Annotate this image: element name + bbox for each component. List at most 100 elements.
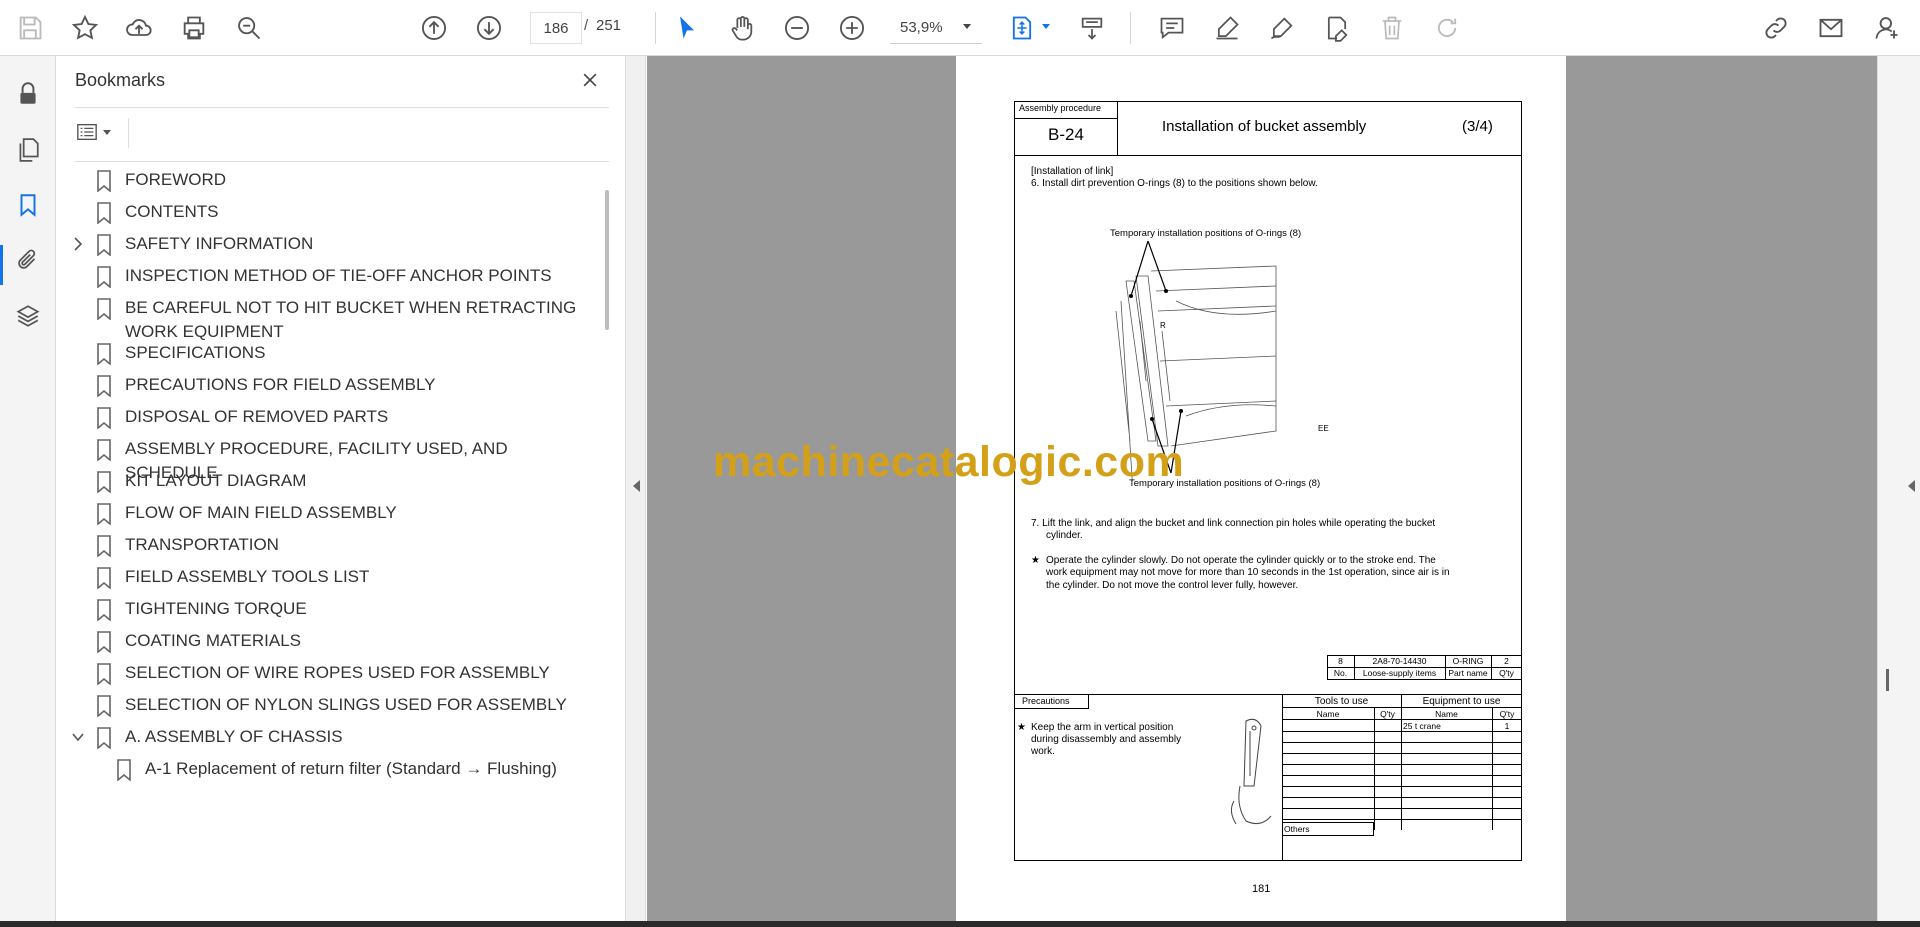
panel-splitter[interactable] (626, 56, 646, 927)
select-cursor-icon[interactable] (668, 9, 706, 47)
rule (1282, 786, 1522, 787)
bookmark-label: A-1 Replacement of return filter (Standa… (145, 759, 557, 778)
procedure-label: Assembly procedure (1019, 103, 1102, 113)
bookmark-flag-icon (95, 599, 113, 622)
delete-icon[interactable] (1373, 9, 1411, 47)
tools-col-name: Name (1316, 709, 1340, 719)
rule (1282, 764, 1522, 765)
hand-icon[interactable] (723, 9, 761, 47)
left-tool-rail (0, 56, 56, 927)
bookmark-flag-icon (95, 298, 113, 321)
divider (75, 161, 609, 162)
rule (1374, 707, 1375, 830)
bookmark-flag-icon (95, 266, 113, 289)
bookmark-flag-icon (95, 567, 113, 590)
taskbar-strip (0, 921, 1920, 927)
upload-icon[interactable] (120, 9, 158, 47)
rule (1014, 155, 1522, 156)
note-line1: Operate the cylinder slowly. Do not oper… (1046, 555, 1436, 566)
equipment-header: Equipment to use (1422, 696, 1501, 707)
redo-icon[interactable] (1428, 9, 1466, 47)
tools-col-qty: Q'ty (1380, 709, 1395, 719)
divider (75, 107, 609, 108)
highlight-icon[interactable] (1208, 9, 1246, 47)
equipment-qty: 1 (1504, 721, 1510, 731)
link-icon[interactable] (1757, 9, 1795, 47)
zoom-out-icon[interactable] (778, 9, 816, 47)
scrollbar-thumb[interactable] (605, 190, 609, 330)
precaution-line1: Keep the arm in vertical position (1031, 722, 1174, 733)
bookmark-label: CONTENTS (125, 202, 219, 221)
bookmark-flag-icon (95, 407, 113, 430)
equipment-name: 25 t crane (1403, 721, 1441, 731)
layers-icon[interactable] (12, 300, 44, 332)
document-scrollbar-thumb[interactable] (1886, 669, 1889, 691)
bookmark-label: KIT LAYOUT DIAGRAM (125, 471, 307, 490)
bookmark-label: INSPECTION METHOD OF TIE-OFF ANCHOR POIN… (125, 266, 552, 285)
zoom-in-icon[interactable] (833, 9, 871, 47)
equip-col-qty: Q'ty (1499, 709, 1515, 719)
divider (128, 118, 129, 148)
procedure-part: (3/4) (1462, 118, 1493, 135)
comment-icon[interactable] (1153, 9, 1191, 47)
page-down-icon[interactable] (470, 9, 508, 47)
precautions-label: Precautions (1022, 696, 1070, 706)
chevron-right-icon[interactable] (70, 234, 86, 254)
tools-header: Tools to use (1314, 696, 1369, 707)
scroll-mode-icon[interactable] (1073, 9, 1111, 47)
excavator-arm-figure (1230, 718, 1272, 825)
page-up-icon[interactable] (415, 9, 453, 47)
part-number: 2A8-70-14430 (1372, 656, 1427, 666)
bookmark-flag-icon (95, 695, 113, 718)
figure-callout-r: R (1160, 321, 1166, 330)
pages-icon[interactable] (12, 134, 44, 166)
bookmark-label: BE CAREFUL NOT TO HIT BUCKET WHEN RETRAC… (125, 298, 577, 341)
rule (1282, 819, 1522, 820)
close-icon[interactable] (576, 66, 604, 94)
header-qty: Q'ty (1499, 668, 1514, 678)
bookmark-label: FLOW OF MAIN FIELD ASSEMBLY (125, 503, 397, 522)
sign-icon[interactable] (1263, 9, 1301, 47)
account-icon[interactable] (1868, 9, 1906, 47)
attachment-icon[interactable] (12, 244, 44, 276)
bookmark-options-button[interactable] (75, 118, 121, 146)
chevron-down-icon[interactable] (1042, 24, 1050, 29)
fit-page-icon[interactable] (1003, 9, 1041, 47)
star-icon[interactable] (66, 9, 104, 47)
list-options-icon (77, 123, 97, 141)
toolbar-divider (655, 12, 656, 44)
bookmark-flag-icon (95, 202, 113, 225)
document-viewport[interactable]: Assembly procedure B-24 Installation of … (647, 56, 1877, 921)
figure-callout-ee: EE (1318, 424, 1329, 433)
bookmark-icon[interactable] (12, 189, 44, 221)
page-number-input[interactable] (530, 12, 582, 44)
bookmark-flag-icon (95, 663, 113, 686)
bookmark-flag-icon (95, 170, 113, 193)
bookmark-label: SELECTION OF WIRE ROPES USED FOR ASSEMBL… (125, 663, 550, 682)
rule (1282, 731, 1522, 732)
equip-col-name: Name (1435, 709, 1458, 719)
edit-icon[interactable] (1318, 9, 1356, 47)
figure-label-top: Temporary installation positions of O-ri… (1110, 228, 1302, 239)
bookmark-label: DISPOSAL OF REMOVED PARTS (125, 407, 389, 426)
collapse-left-icon[interactable] (633, 480, 640, 492)
bookmark-label: PRECAUTIONS FOR FIELD ASSEMBLY (125, 375, 436, 394)
zoom-search-icon[interactable] (230, 9, 268, 47)
rule (1282, 742, 1522, 743)
chevron-down-icon[interactable] (70, 727, 86, 747)
chevron-down-icon (963, 24, 971, 29)
bookmark-label: FOREWORD (125, 170, 227, 189)
rule (1282, 808, 1522, 809)
save-icon[interactable] (11, 9, 49, 47)
part-qty: 2 (1504, 656, 1509, 666)
bookmark-list: FOREWORD CONTENTS SAFETY INFORMATION INSPEC… (56, 168, 601, 927)
page-total: 251 (596, 17, 622, 34)
header-name: Part name (1448, 668, 1488, 678)
print-icon[interactable] (175, 9, 213, 47)
bookmark-flag-icon (95, 375, 113, 398)
expand-right-panel-icon[interactable] (1908, 480, 1915, 492)
email-icon[interactable] (1812, 9, 1850, 47)
rule (1014, 118, 1117, 119)
bookmark-label: SPECIFICATIONS (125, 343, 266, 362)
lock-icon[interactable] (12, 78, 44, 110)
